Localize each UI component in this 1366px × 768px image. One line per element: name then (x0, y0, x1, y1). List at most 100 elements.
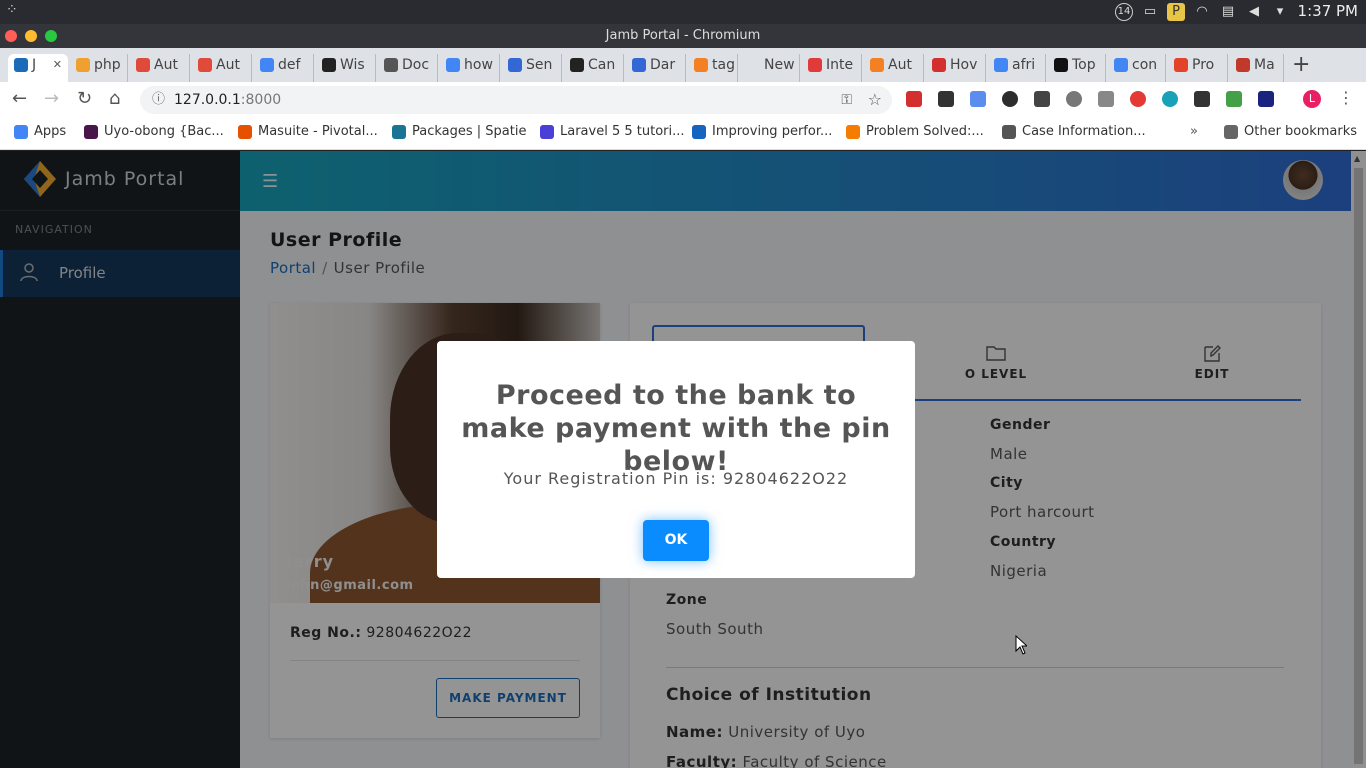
tab-favicon-icon (508, 58, 522, 72)
folder-icon (1224, 125, 1238, 139)
reload-icon[interactable]: ↻ (77, 88, 92, 109)
bookmark-label: Laravel 5 5 tutori... (560, 124, 685, 139)
tab-favicon-icon (570, 58, 584, 72)
browser-tab[interactable]: php (70, 54, 128, 82)
extension-circle-icon[interactable] (1066, 91, 1082, 107)
bookmarks-bar: Apps Uyo-obong {Bac... Masuite - Pivotal..… (0, 118, 1366, 150)
close-tab-icon[interactable]: ✕ (53, 54, 62, 76)
launcher-icon[interactable]: ⁘ (6, 2, 18, 18)
tab-label: tag (712, 57, 735, 73)
bookmark-item[interactable]: Uyo-obong {Bac... (84, 124, 224, 140)
tab-label: Doc (402, 57, 430, 73)
tab-label: php (94, 57, 121, 73)
forward-icon[interactable]: → (44, 88, 59, 109)
extension-record-icon[interactable] (1130, 91, 1146, 107)
bookmark-item[interactable]: Improving perfor... (692, 124, 832, 140)
browser-tab[interactable]: Ma (1230, 54, 1284, 82)
os-top-bar: ⁘ 14 ▭ P ◠ ▤ ◀ ▾ 1:37 PM (0, 0, 1366, 24)
browser-tab[interactable]: Dar (626, 54, 686, 82)
tab-favicon-icon (694, 58, 708, 72)
browser-tab[interactable]: Inte (802, 54, 862, 82)
key-icon[interactable]: ⚿ (841, 86, 852, 114)
extension-k-icon[interactable] (1002, 91, 1018, 107)
ok-button[interactable]: OK (643, 520, 709, 561)
browser-tab[interactable]: New Ta (740, 54, 800, 82)
close-window-button[interactable] (5, 30, 17, 42)
browser-tab[interactable]: J ✕ (8, 54, 68, 82)
bookmark-item[interactable]: Apps (14, 124, 66, 140)
more-bookmarks-icon[interactable]: » (1190, 124, 1198, 139)
browser-tab[interactable]: Aut (130, 54, 190, 82)
tab-label: Aut (154, 57, 178, 73)
bookmark-item[interactable]: Case Information... (1002, 124, 1146, 140)
modal-title: Proceed to the bank to make payment with… (461, 380, 891, 477)
notification-count-icon[interactable]: 14 (1115, 3, 1133, 21)
tab-label: Top (1072, 57, 1096, 73)
other-bookmarks-label: Other bookmarks (1244, 124, 1358, 139)
address-bar[interactable]: ⓘ 127.0.0.1:8000 ⚿ ☆ (140, 86, 892, 114)
tab-strip: J✕phpAutAutdefWisDochowSenCanDartagNew T… (0, 48, 1366, 82)
wifi-icon[interactable]: ◠ (1193, 3, 1211, 21)
tab-label: New Ta (764, 57, 799, 73)
tab-label: Can (588, 57, 616, 73)
tab-label: Ma (1254, 57, 1275, 73)
bookmark-item[interactable]: Problem Solved:... (846, 124, 984, 140)
browser-tab[interactable]: Can (564, 54, 624, 82)
volume-icon[interactable]: ◀ (1245, 3, 1263, 21)
maximize-window-button[interactable] (45, 30, 57, 42)
browser-menu-icon[interactable]: ⋮ (1338, 88, 1354, 107)
tab-favicon-icon (260, 58, 274, 72)
app-tray-icon[interactable]: P (1167, 3, 1185, 21)
tab-favicon-icon (932, 58, 946, 72)
bookmark-label: Problem Solved:... (866, 124, 984, 139)
browser-tab[interactable]: Aut (192, 54, 252, 82)
browser-tab[interactable]: Aut (864, 54, 924, 82)
bookmark-favicon-icon (692, 125, 706, 139)
payment-pin-modal: Proceed to the bank to make payment with… (437, 341, 915, 578)
browser-tab[interactable]: Wis (316, 54, 376, 82)
clipboard-icon[interactable]: ▤ (1219, 3, 1237, 21)
browser-tab[interactable]: Sen (502, 54, 562, 82)
bookmark-star-icon[interactable]: ☆ (868, 86, 882, 114)
browser-tab[interactable]: afri (988, 54, 1046, 82)
minimize-window-button[interactable] (25, 30, 37, 42)
tab-favicon-icon (198, 58, 212, 72)
extension-printer-icon[interactable] (1226, 91, 1242, 107)
mouse-cursor-icon (1015, 635, 1027, 655)
bookmark-item[interactable]: Packages | Spatie (392, 124, 526, 140)
tray-menu-icon[interactable]: ▾ (1271, 3, 1289, 21)
browser-tab[interactable]: Hov (926, 54, 986, 82)
bookmark-item[interactable]: Masuite - Pivotal... (238, 124, 378, 140)
new-tab-button[interactable]: + (1292, 52, 1310, 77)
tab-label: afri (1012, 57, 1036, 73)
battery-icon[interactable]: ▭ (1141, 3, 1159, 21)
tab-label: con (1132, 57, 1158, 73)
extension-shield-icon[interactable] (906, 91, 922, 107)
browser-tab[interactable]: tag (688, 54, 738, 82)
browser-tab[interactable]: Top (1048, 54, 1106, 82)
bookmark-item[interactable]: Laravel 5 5 tutori... (540, 124, 685, 140)
browser-tab[interactable]: Doc (378, 54, 438, 82)
extension-m2-icon[interactable] (1162, 91, 1178, 107)
browser-tab[interactable]: how (440, 54, 500, 82)
home-icon[interactable]: ⌂ (109, 88, 120, 109)
site-info-icon[interactable]: ⓘ (152, 86, 165, 114)
bookmark-favicon-icon (84, 125, 98, 139)
extension-link-icon[interactable] (970, 91, 986, 107)
extension-m-icon[interactable] (1034, 91, 1050, 107)
tab-favicon-icon (746, 58, 760, 72)
url-port: :8000 (240, 92, 282, 108)
browser-tab[interactable]: def (254, 54, 314, 82)
extension-dots-icon[interactable] (1194, 91, 1210, 107)
tab-favicon-icon (136, 58, 150, 72)
browser-tab[interactable]: con (1108, 54, 1166, 82)
extension-v-icon[interactable] (1098, 91, 1114, 107)
extension-x-icon[interactable] (938, 91, 954, 107)
other-bookmarks[interactable]: Other bookmarks (1224, 124, 1357, 140)
navigation-bar: ← → ↻ ⌂ ⓘ 127.0.0.1:8000 ⚿ ☆ L ⋮ (0, 82, 1366, 118)
url-host: 127.0.0.1 (174, 92, 241, 108)
browser-tab[interactable]: Pro (1168, 54, 1228, 82)
browser-profile-avatar[interactable]: L (1303, 90, 1321, 108)
extension-chart-icon[interactable] (1258, 91, 1274, 107)
back-icon[interactable]: ← (12, 88, 27, 109)
